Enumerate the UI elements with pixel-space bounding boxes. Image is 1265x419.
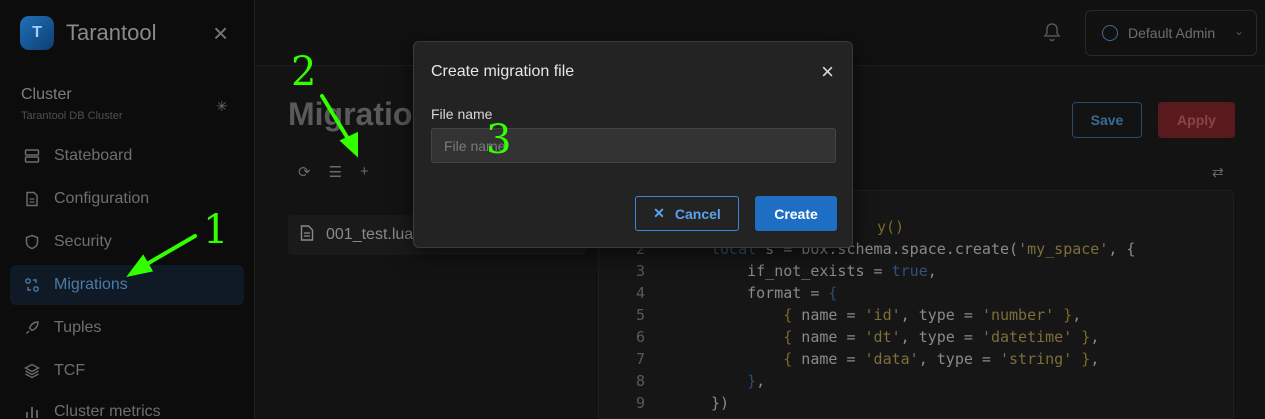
arrow-1-head	[126, 254, 154, 278]
arrow-2-head	[339, 131, 358, 158]
annotation-number-1: 1	[203, 207, 229, 253]
annotation-number-3: 3	[486, 117, 512, 163]
annotation-arrows	[126, 94, 358, 278]
annotation-number-2: 2	[291, 49, 317, 95]
arrow-2	[320, 94, 352, 144]
